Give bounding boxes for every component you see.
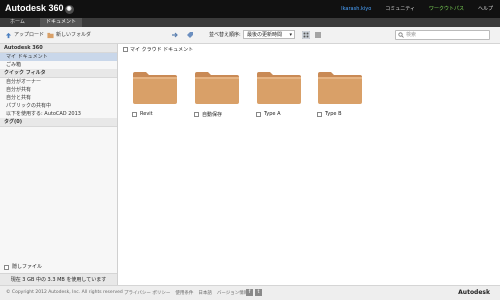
sidebar-item-my-documents[interactable]: マイ ドキュメント <box>0 53 117 61</box>
folder-icon <box>257 72 301 104</box>
upload-label: アップロード <box>14 32 45 38</box>
new-folder-icon <box>47 32 54 39</box>
sort-label: 並べ替え順序: <box>209 32 241 38</box>
footer: © Copyright 2012 Autodesk, Inc. All righ… <box>0 285 500 300</box>
folder-item[interactable]: Type B <box>317 71 363 117</box>
folder-label: Type B <box>317 111 363 117</box>
folder-label: Type A <box>256 111 302 117</box>
privacy-link[interactable]: プライバシー ポリシー <box>124 290 170 296</box>
sidebar-item-trash[interactable]: ごみ箱 <box>0 61 117 69</box>
search-placeholder: 検索 <box>406 32 417 38</box>
storage-usage: 現在 3 GB 中の 3.3 MB を使用しています <box>0 273 117 285</box>
sidebar-bottom: 隠しファイル 現在 3 GB 中の 3.3 MB を使用しています <box>0 262 117 285</box>
list-view-icon[interactable] <box>314 31 322 39</box>
top-bar: Autodesk 360 ◉ Ikarash.kiyo コミュニティ ワークウトパ… <box>0 0 500 18</box>
hidden-files-checkbox[interactable] <box>4 265 9 270</box>
footer-links: プライバシー ポリシー 使用条件 日本語 バージョン情報 <box>124 290 248 296</box>
folder-label: Revit <box>132 111 178 117</box>
autodesk-brand: Autodesk <box>458 289 490 296</box>
folder-name: Type A <box>264 111 281 117</box>
language-link[interactable]: 日本語 <box>198 290 212 296</box>
app-logo[interactable]: Autodesk 360 ◉ <box>5 3 74 14</box>
filter-shared-with-me[interactable]: 自分と共有 <box>0 94 117 102</box>
cloud-badge-icon: ◉ <box>64 5 74 14</box>
breadcrumb: マイ クラウド ドキュメント <box>123 46 193 53</box>
quick-filter-heading: クイック フィルタ <box>0 69 117 78</box>
hidden-files-label: 隠しファイル <box>12 264 43 270</box>
help-menu[interactable]: ヘルプ <box>471 5 500 13</box>
folder-name: Type B <box>325 111 342 117</box>
folder-icon <box>133 72 177 104</box>
folder-checkbox[interactable] <box>317 111 322 117</box>
version-link[interactable]: バージョン情報 <box>217 290 248 296</box>
community-link[interactable]: コミュニティ <box>378 5 422 13</box>
tab-documents[interactable]: ドキュメント <box>40 18 83 27</box>
folder-item[interactable]: Type A <box>256 71 302 117</box>
sidebar: Autodesk 360 マイ ドキュメント ごみ箱 クイック フィルタ 自分が… <box>0 44 118 285</box>
chevron-down-icon: ▾ <box>289 32 292 38</box>
copyright: © Copyright 2012 Autodesk, Inc. All righ… <box>6 290 123 295</box>
folder-icon <box>318 72 362 104</box>
new-folder-label: 新しいフォルダ <box>56 32 92 38</box>
folder-item[interactable]: Revit <box>132 71 178 117</box>
folder-item[interactable]: 自動保存 <box>194 71 240 118</box>
folder-checkbox[interactable] <box>194 112 199 117</box>
hidden-files-toggle[interactable]: 隠しファイル <box>0 262 117 273</box>
folder-name: 自動保存 <box>202 112 223 118</box>
tab-home[interactable]: ホーム <box>4 18 31 27</box>
folder-checkbox[interactable] <box>256 111 261 117</box>
user-menu[interactable]: Ikarash.kiyo <box>334 5 378 13</box>
select-all-checkbox[interactable] <box>123 47 128 52</box>
sidebar-root[interactable]: Autodesk 360 <box>0 44 117 53</box>
filter-owner[interactable]: 自分がオーナー <box>0 78 117 86</box>
grid-view-icon[interactable] <box>302 31 310 39</box>
tag-icon[interactable] <box>186 31 194 39</box>
main-content: マイ クラウド ドキュメント Revit 自動保存 Type A Type B <box>118 44 500 285</box>
terms-link[interactable]: 使用条件 <box>175 290 193 296</box>
sort-value: 最後の更新時間 <box>247 32 283 38</box>
folder-name: Revit <box>140 111 153 117</box>
tab-bar: ホーム ドキュメント <box>0 18 500 27</box>
app-title: Autodesk 360 <box>5 3 64 13</box>
search-input[interactable]: 検索 <box>395 30 490 40</box>
new-folder-button[interactable]: 新しいフォルダ <box>47 31 91 40</box>
move-arrow-icon[interactable] <box>171 31 179 39</box>
tags-heading[interactable]: タグ(0) <box>0 118 117 127</box>
folder-icon <box>195 72 239 104</box>
buy-link[interactable]: ワークウトパス <box>422 5 471 13</box>
folder-label: 自動保存 <box>194 111 240 118</box>
filter-autocad[interactable]: 以下を使用する: AutoCAD 2013 <box>0 110 117 118</box>
breadcrumb-label: マイ クラウド ドキュメント <box>130 47 194 53</box>
upload-button[interactable]: アップロード <box>5 31 44 40</box>
filter-shared-by-me[interactable]: 自分が共有 <box>0 86 117 94</box>
top-nav: Ikarash.kiyo コミュニティ ワークウトパス ヘルプ <box>334 5 500 13</box>
filter-public[interactable]: パブリックの共有中 <box>0 102 117 110</box>
social-links: f t <box>246 289 262 296</box>
search-icon <box>398 32 404 38</box>
toolbar: アップロード 新しいフォルダ 並べ替え順序: 最後の更新時間 ▾ 検索 <box>0 27 500 44</box>
folder-checkbox[interactable] <box>132 111 137 117</box>
twitter-icon[interactable]: t <box>255 289 262 296</box>
upload-icon <box>5 32 12 39</box>
facebook-icon[interactable]: f <box>246 289 253 296</box>
sort-select[interactable]: 最後の更新時間 ▾ <box>243 30 295 39</box>
